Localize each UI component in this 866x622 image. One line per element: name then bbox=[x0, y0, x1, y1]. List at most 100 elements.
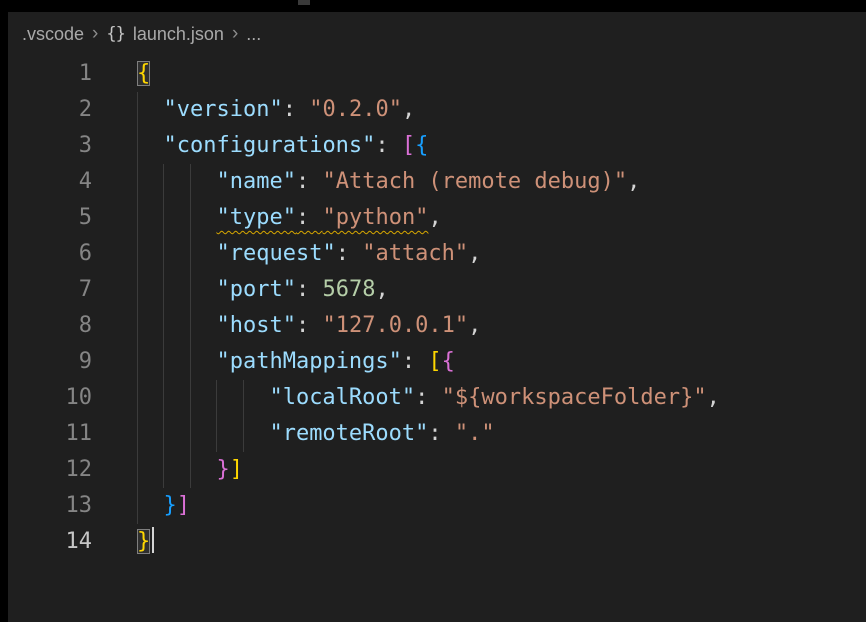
code-content[interactable]: } bbox=[92, 524, 866, 560]
indent-whitespace bbox=[137, 349, 216, 374]
code-content[interactable]: "type": "python", bbox=[92, 200, 866, 236]
code-content[interactable]: }] bbox=[92, 452, 866, 488]
indent-guide bbox=[243, 416, 244, 452]
indent-guide bbox=[163, 236, 164, 272]
breadcrumb-folder[interactable]: .vscode bbox=[22, 24, 84, 45]
line-number[interactable]: 2 bbox=[8, 92, 92, 128]
indent-guide bbox=[163, 272, 164, 308]
code-content[interactable]: "version": "0.2.0", bbox=[92, 92, 866, 128]
code-token: , bbox=[428, 205, 441, 230]
line-number[interactable]: 12 bbox=[8, 452, 92, 488]
indent-guide bbox=[137, 452, 138, 488]
indent-guide bbox=[163, 416, 164, 452]
code-content[interactable]: "request": "attach", bbox=[92, 236, 866, 272]
code-token: { bbox=[442, 349, 455, 374]
line-number[interactable]: 3 bbox=[8, 128, 92, 164]
indent-guide bbox=[137, 488, 138, 524]
code-line[interactable]: 9 "pathMappings": [{ bbox=[8, 344, 866, 380]
code-content[interactable]: "name": "Attach (remote debug)", bbox=[92, 164, 866, 200]
code-token: "." bbox=[455, 421, 495, 446]
code-token: "python" bbox=[322, 205, 428, 230]
code-content[interactable]: }] bbox=[92, 488, 866, 524]
code-token: "port" bbox=[216, 277, 295, 302]
line-number[interactable]: 6 bbox=[8, 236, 92, 272]
indent-guide bbox=[137, 128, 138, 164]
code-token: [ bbox=[428, 349, 441, 374]
code-line[interactable]: 5 "type": "python", bbox=[8, 200, 866, 236]
breadcrumb-file[interactable]: launch.json bbox=[133, 24, 224, 45]
indent-guide bbox=[137, 308, 138, 344]
code-token: : bbox=[428, 421, 455, 446]
code-token: , bbox=[375, 277, 388, 302]
code-line[interactable]: 8 "host": "127.0.0.1", bbox=[8, 308, 866, 344]
indent-guide bbox=[190, 416, 191, 452]
code-line[interactable]: 11 "remoteRoot": "." bbox=[8, 416, 866, 452]
tab-bar-edge bbox=[0, 0, 866, 12]
code-token: , bbox=[468, 241, 481, 266]
code-line[interactable]: 10 "localRoot": "${workspaceFolder}", bbox=[8, 380, 866, 416]
code-token: "request" bbox=[216, 241, 335, 266]
code-token: : bbox=[296, 169, 323, 194]
code-token: "version" bbox=[164, 97, 283, 122]
code-content[interactable]: "remoteRoot": "." bbox=[92, 416, 866, 452]
code-content[interactable]: { bbox=[92, 56, 866, 92]
line-number[interactable]: 5 bbox=[8, 200, 92, 236]
code-line[interactable]: 1{ bbox=[8, 56, 866, 92]
indent-whitespace bbox=[137, 277, 216, 302]
matched-bracket: { bbox=[137, 61, 150, 86]
indent-guide bbox=[137, 164, 138, 200]
code-line[interactable]: 4 "name": "Attach (remote debug)", bbox=[8, 164, 866, 200]
indent-guide bbox=[163, 452, 164, 488]
code-content[interactable]: "localRoot": "${workspaceFolder}", bbox=[92, 380, 866, 416]
line-number[interactable]: 13 bbox=[8, 488, 92, 524]
line-number[interactable]: 10 bbox=[8, 380, 92, 416]
code-token: "host" bbox=[216, 313, 295, 338]
tab-divider bbox=[298, 0, 310, 5]
code-content[interactable]: "host": "127.0.0.1", bbox=[92, 308, 866, 344]
code-editor[interactable]: 1{2 "version": "0.2.0",3 "configurations… bbox=[8, 56, 866, 560]
code-line[interactable]: 2 "version": "0.2.0", bbox=[8, 92, 866, 128]
code-token: "pathMappings" bbox=[216, 349, 401, 374]
code-line[interactable]: 13 }] bbox=[8, 488, 866, 524]
code-line[interactable]: 7 "port": 5678, bbox=[8, 272, 866, 308]
code-token: } bbox=[164, 493, 177, 518]
line-number[interactable]: 8 bbox=[8, 308, 92, 344]
indent-guide bbox=[163, 344, 164, 380]
code-line[interactable]: 14} bbox=[8, 524, 866, 560]
code-token: "localRoot" bbox=[269, 385, 415, 410]
code-line[interactable]: 12 }] bbox=[8, 452, 866, 488]
line-number[interactable]: 7 bbox=[8, 272, 92, 308]
indent-guide bbox=[137, 200, 138, 236]
indent-whitespace bbox=[137, 205, 216, 230]
indent-guide bbox=[137, 236, 138, 272]
line-number[interactable]: 14 bbox=[8, 524, 92, 560]
code-token: "name" bbox=[216, 169, 295, 194]
line-number[interactable]: 11 bbox=[8, 416, 92, 452]
indent-guide bbox=[137, 272, 138, 308]
indent-guide bbox=[190, 380, 191, 416]
window-left-edge bbox=[0, 0, 8, 622]
indent-guide bbox=[163, 200, 164, 236]
json-file-icon: {} bbox=[106, 24, 124, 44]
indent-whitespace bbox=[137, 457, 216, 482]
code-token: "configurations" bbox=[164, 133, 376, 158]
line-number[interactable]: 1 bbox=[8, 56, 92, 92]
indent-guide bbox=[190, 164, 191, 200]
indent-guide bbox=[163, 380, 164, 416]
line-number[interactable]: 9 bbox=[8, 344, 92, 380]
code-content[interactable]: "port": 5678, bbox=[92, 272, 866, 308]
breadcrumb-symbol-ellipsis[interactable]: ... bbox=[246, 24, 261, 45]
code-line[interactable]: 6 "request": "attach", bbox=[8, 236, 866, 272]
code-token: : bbox=[296, 205, 323, 230]
line-number[interactable]: 4 bbox=[8, 164, 92, 200]
code-line[interactable]: 3 "configurations": [{ bbox=[8, 128, 866, 164]
indent-guide bbox=[137, 344, 138, 380]
code-token: , bbox=[627, 169, 640, 194]
code-token: , bbox=[468, 313, 481, 338]
code-content[interactable]: "configurations": [{ bbox=[92, 128, 866, 164]
text-cursor bbox=[152, 527, 154, 553]
indent-guide bbox=[243, 380, 244, 416]
code-content[interactable]: "pathMappings": [{ bbox=[92, 344, 866, 380]
indent-guide bbox=[190, 308, 191, 344]
indent-guide bbox=[163, 164, 164, 200]
